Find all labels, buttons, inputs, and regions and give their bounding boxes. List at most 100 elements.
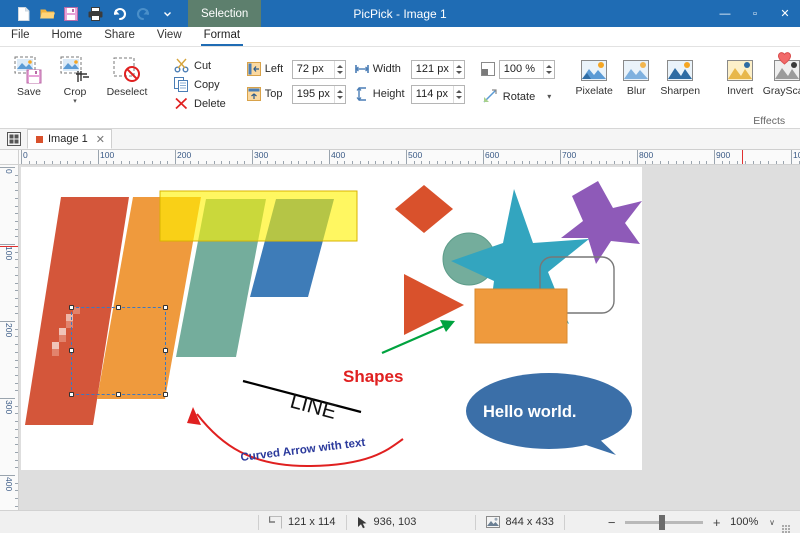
ruler-tick-minor [298,161,299,164]
height-spinner[interactable] [411,85,465,104]
selection-handle-e[interactable] [163,348,168,353]
vertical-ruler[interactable]: 0100200300400 [0,165,19,510]
rotate-dropdown-caret[interactable]: ▾ [547,92,551,101]
cursor-pos-value: 936, 103 [374,516,417,528]
ruler-tick-minor [129,161,130,164]
ruler-tick-minor [668,161,669,164]
document-tab-image1[interactable]: Image 1 ✕ [27,129,112,149]
selection-handle-s[interactable] [116,392,121,397]
print-icon[interactable] [84,3,106,25]
zoom-out-button[interactable]: − [605,515,618,530]
undo-icon[interactable] [108,3,130,25]
triangle-shape [404,274,464,335]
deselect-button[interactable]: Deselect [98,53,156,98]
contextual-tab-selection[interactable]: Selection [188,0,261,27]
left-input[interactable] [293,61,335,78]
selection-handle-ne[interactable] [163,305,168,310]
ruler-tick-minor [360,161,361,164]
selection-handle-n[interactable] [116,305,121,310]
scale-spinner[interactable] [499,60,555,79]
scale-spinner-arrows[interactable] [543,61,553,78]
copy-button[interactable]: Copy [172,75,225,94]
redo-icon[interactable] [132,3,154,25]
tab-file[interactable]: File [0,26,41,46]
rotate-button[interactable]: Rotate ▾ [481,87,556,106]
horizontal-ruler[interactable]: 01002003004005006007008009001000 [19,150,800,165]
zoom-slider[interactable] [625,521,703,524]
ruler-tick-minor [652,161,653,164]
line-label: LINE [288,390,339,424]
save-icon[interactable] [60,3,82,25]
picpick-window: Selection PicPick - Image 1 — ▫ ✕ File H… [0,0,800,533]
ruler-tick-minor [552,161,553,164]
ruler-tick-minor [583,161,584,164]
tab-home[interactable]: Home [41,26,94,46]
left-spinner-arrows[interactable] [334,61,344,78]
ruler-cursor-marker-h [742,150,743,165]
invert-button[interactable]: Invert [720,56,760,97]
crop-icon [60,56,90,84]
height-input[interactable] [412,86,454,103]
width-spinner-arrows[interactable] [453,61,463,78]
crop-button[interactable]: Crop ▾ [52,53,98,105]
close-button[interactable]: ✕ [770,0,800,27]
hello-world-label: Hello world. [483,403,577,421]
ruler-row: 01002003004005006007008009001000 [0,150,800,165]
copy-icon [174,77,189,92]
ruler-tick-minor [591,161,592,164]
image-canvas[interactable]: Shapes LINE Curved Arrow with text Hello… [21,167,642,470]
vruler-tick-minor [15,298,18,299]
close-icon[interactable]: ✕ [96,133,105,146]
width-input[interactable] [412,61,454,78]
selection-handle-se[interactable] [163,392,168,397]
scale-input[interactable] [500,61,544,78]
open-icon[interactable] [36,3,58,25]
vruler-tick-minor [15,367,18,368]
new-icon[interactable] [12,3,34,25]
ruler-tick-minor [183,161,184,164]
zoom-in-button[interactable]: + [710,515,723,530]
left-spinner[interactable] [292,60,346,79]
grid-view-icon[interactable] [4,129,24,148]
effects-group-title: Effects [714,115,800,127]
canvas-area[interactable]: Shapes LINE Curved Arrow with text Hello… [19,165,800,510]
ruler-tick-label: 1000 [791,150,800,160]
crop-button-label: Crop [64,87,87,98]
tab-share[interactable]: Share [93,26,146,46]
top-spinner[interactable] [292,85,346,104]
selection-marquee[interactable] [71,307,166,395]
width-spinner[interactable] [411,60,465,79]
ruler-tick-minor [398,161,399,164]
heart-icon[interactable] [777,51,792,65]
zoom-slider-thumb[interactable] [659,515,665,530]
selection-handle-w[interactable] [69,348,74,353]
selection-handle-sw[interactable] [69,392,74,397]
shapes-label: Shapes [343,367,403,386]
top-spinner-arrows[interactable] [334,86,344,103]
vruler-tick-minor [15,190,18,191]
cut-button[interactable]: Cut [172,56,216,75]
minimize-button[interactable]: — [710,0,740,27]
ruler-tick-minor [660,161,661,164]
highlight-rect [160,191,357,241]
zoom-dropdown-caret[interactable]: ∨ [769,518,775,527]
top-input[interactable] [293,86,335,103]
delete-button[interactable]: Delete [172,94,231,113]
maximize-button[interactable]: ▫ [740,0,770,27]
more-icon[interactable] [156,3,178,25]
blur-button[interactable]: Blur [616,56,656,97]
grayscale-button-label: GrayScale [763,86,800,97]
tab-format[interactable]: Format [193,26,251,46]
pixelate-button[interactable]: Pixelate [572,56,616,97]
crop-dropdown-caret[interactable]: ▾ [73,99,77,105]
diamond-shape [395,185,453,233]
ruler-tick-minor [498,161,499,164]
tab-view[interactable]: View [146,26,193,46]
sharpen-button[interactable]: Sharpen [656,56,704,97]
selection-handle-nw[interactable] [69,305,74,310]
ruler-tick-minor [445,161,446,164]
resize-grip[interactable] [782,518,794,526]
save-button[interactable]: Save [6,53,52,98]
height-spinner-arrows[interactable] [453,86,463,103]
ruler-tick-minor [606,161,607,164]
